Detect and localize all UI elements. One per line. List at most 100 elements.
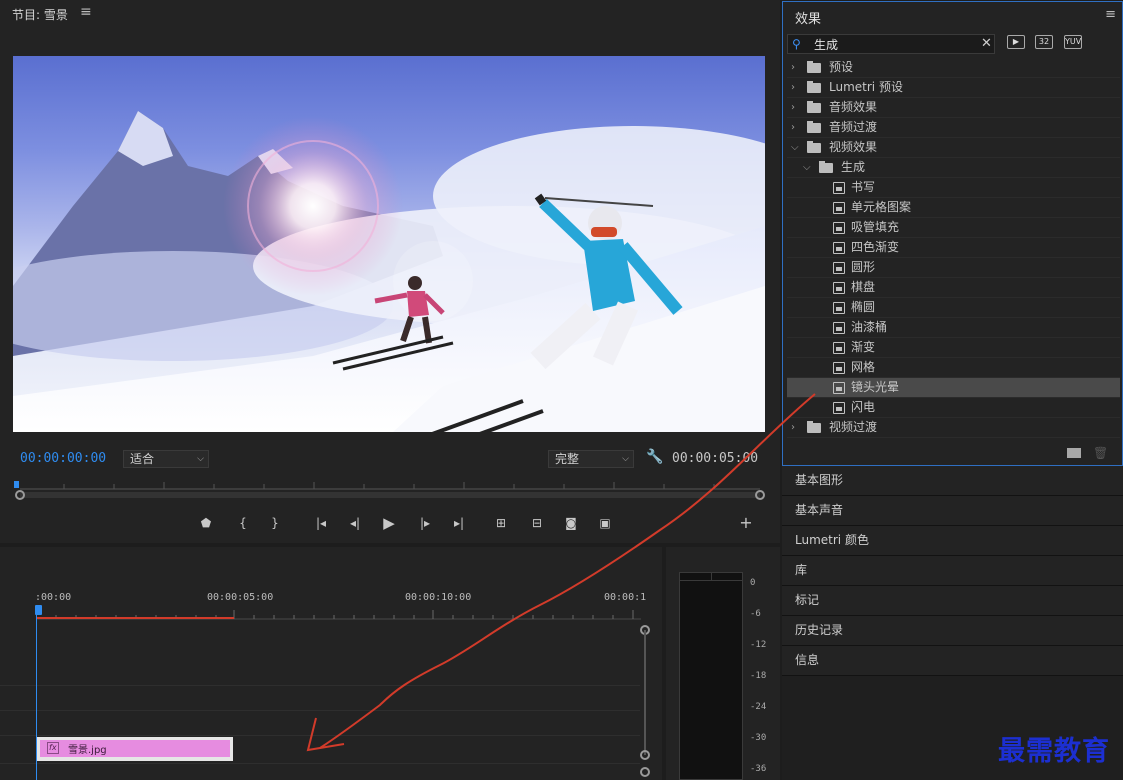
tree-folder[interactable]: › 预设	[787, 58, 1120, 78]
zoom-fit-dropdown[interactable]: 适合 ⌵	[123, 450, 209, 468]
folder-icon	[807, 141, 821, 153]
panel-menu-icon[interactable]: ≡	[80, 4, 92, 20]
folder-icon	[807, 61, 821, 73]
panel-essential-graphics[interactable]: 基本图形	[782, 466, 1123, 496]
panel-libraries[interactable]: 库	[782, 556, 1123, 586]
wrench-icon[interactable]: 🔧	[646, 449, 663, 465]
meter-scale-label: -30	[750, 733, 767, 743]
yuv-effects-icon[interactable]: YUV	[1064, 35, 1082, 49]
tree-effect-item[interactable]: 吸管填充	[787, 218, 1120, 238]
current-timecode[interactable]: 00:00:00:00	[20, 451, 106, 466]
tree-effect-item[interactable]: 油漆桶	[787, 318, 1120, 338]
tree-item-label: 圆形	[851, 260, 876, 274]
close-icon[interactable]: ✕	[981, 36, 992, 51]
meter-scale-label: -6	[750, 609, 761, 619]
tree-folder[interactable]: › Lumetri 预设	[787, 78, 1120, 98]
panel-title: 节目: 雪景	[12, 8, 68, 22]
tree-effect-item[interactable]: 棋盘	[787, 278, 1120, 298]
tree-folder[interactable]: › 视频过渡	[787, 418, 1120, 438]
scroll-handle-bottom[interactable]	[640, 750, 650, 760]
tree-folder[interactable]: › 音频效果	[787, 98, 1120, 118]
panel-title: 效果	[795, 12, 822, 27]
go-to-out-icon[interactable]: ▸|	[448, 512, 470, 534]
new-folder-icon[interactable]	[1067, 448, 1081, 458]
tree-effect-item[interactable]: 圆形	[787, 258, 1120, 278]
effect-icon	[833, 182, 845, 194]
step-back-icon[interactable]: ◂|	[344, 512, 366, 534]
tree-folder[interactable]: › 音频过渡	[787, 118, 1120, 138]
timeline-playhead[interactable]	[35, 605, 42, 615]
compare-view-icon[interactable]: ▣	[594, 512, 616, 534]
monitor-time-ruler[interactable]	[14, 481, 766, 501]
panel-history[interactable]: 历史记录	[782, 616, 1123, 646]
tree-effect-item[interactable]: 椭圆	[787, 298, 1120, 318]
audio-meter	[679, 572, 743, 780]
go-to-in-icon[interactable]: |◂	[310, 512, 332, 534]
search-icon: ⚲	[792, 37, 801, 51]
tree-item-label: 视频过渡	[829, 420, 878, 434]
tree-item-label: 生成	[841, 160, 866, 174]
32bit-effects-icon[interactable]: 32	[1035, 35, 1053, 49]
chevron-right-icon[interactable]: ›	[791, 78, 795, 97]
tree-effect-item[interactable]: 书写	[787, 178, 1120, 198]
program-monitor-panel: 节目: 雪景 ≡ 00:00:00:00 适合 ⌵ 完整 ⌵ 🔧 00:00:0…	[0, 0, 780, 543]
tree-effect-item[interactable]: 闪电	[787, 398, 1120, 418]
tree-folder[interactable]: ⌵ 视频效果	[787, 138, 1120, 158]
folder-icon	[807, 101, 821, 113]
panel-info[interactable]: 信息	[782, 646, 1123, 676]
playback-resolution-dropdown[interactable]: 完整 ⌵	[548, 450, 634, 468]
folder-icon	[807, 121, 821, 133]
panel-menu-icon[interactable]: ≡	[1105, 7, 1116, 22]
chevron-right-icon[interactable]: ›	[791, 418, 795, 437]
tree-item-label: 音频过渡	[829, 120, 878, 134]
tree-item-label: 闪电	[851, 400, 876, 414]
track-divider	[0, 710, 640, 711]
tree-item-label: 网格	[851, 360, 876, 374]
tree-item-label: 油漆桶	[851, 320, 888, 334]
accelerated-effects-icon[interactable]: ▶	[1007, 35, 1025, 49]
mark-in-icon[interactable]: {	[232, 512, 254, 534]
add-marker-icon[interactable]: ⬟	[195, 512, 217, 534]
trash-icon[interactable]: 🗑	[1093, 446, 1108, 460]
lift-icon[interactable]: ⊞	[490, 512, 512, 534]
extract-icon[interactable]: ⊟	[526, 512, 548, 534]
chevron-down-icon[interactable]: ⌵	[803, 158, 811, 177]
tree-effect-item[interactable]: 四色渐变	[787, 238, 1120, 258]
tree-effect-item[interactable]: 单元格图案	[787, 198, 1120, 218]
effect-icon	[833, 362, 845, 374]
chevron-right-icon[interactable]: ›	[791, 118, 795, 137]
effects-search-input[interactable]	[814, 36, 974, 52]
folder-icon	[819, 161, 833, 173]
effect-icon	[833, 222, 845, 234]
panel-markers[interactable]: 标记	[782, 586, 1123, 616]
play-icon[interactable]: ▶	[378, 512, 400, 534]
panel-lumetri-color[interactable]: Lumetri 颜色	[782, 526, 1123, 556]
timeline-vertical-scrollbar[interactable]	[644, 630, 646, 755]
ski-scene-image	[13, 111, 765, 432]
scroll-handle-lower[interactable]	[640, 767, 650, 777]
work-area-bar[interactable]	[37, 617, 234, 619]
tree-effect-item[interactable]: 网格	[787, 358, 1120, 378]
effect-icon	[833, 402, 845, 414]
tree-effect-item[interactable]: 渐变	[787, 338, 1120, 358]
tree-effect-item[interactable]: 镜头光晕	[787, 378, 1120, 398]
chevron-right-icon[interactable]: ›	[791, 58, 795, 77]
ruler-label: 00:00:10:00	[405, 592, 472, 603]
ruler-label: 00:00:05:00	[207, 592, 274, 603]
step-forward-icon[interactable]: |▸	[414, 512, 436, 534]
tree-item-label: 单元格图案	[851, 200, 912, 214]
timeline-clip[interactable]: fx 雪景.jpg	[37, 737, 233, 761]
playback-resolution-value: 完整	[555, 452, 580, 466]
panel-essential-sound[interactable]: 基本声音	[782, 496, 1123, 526]
meter-scale-label: -36	[750, 764, 767, 774]
tree-item-label: 视频效果	[829, 140, 878, 154]
chevron-right-icon[interactable]: ›	[791, 98, 795, 117]
camera-icon[interactable]: ◙	[560, 512, 582, 534]
tree-item-label: 吸管填充	[851, 220, 900, 234]
tree-folder[interactable]: ⌵ 生成	[787, 158, 1120, 178]
chevron-down-icon[interactable]: ⌵	[791, 138, 799, 157]
mark-out-icon[interactable]: }	[264, 512, 286, 534]
watermark-logo: 最需教育	[998, 736, 1110, 767]
add-button-icon[interactable]: +	[735, 512, 757, 534]
effects-search-box[interactable]: ⚲ ✕	[787, 34, 995, 54]
